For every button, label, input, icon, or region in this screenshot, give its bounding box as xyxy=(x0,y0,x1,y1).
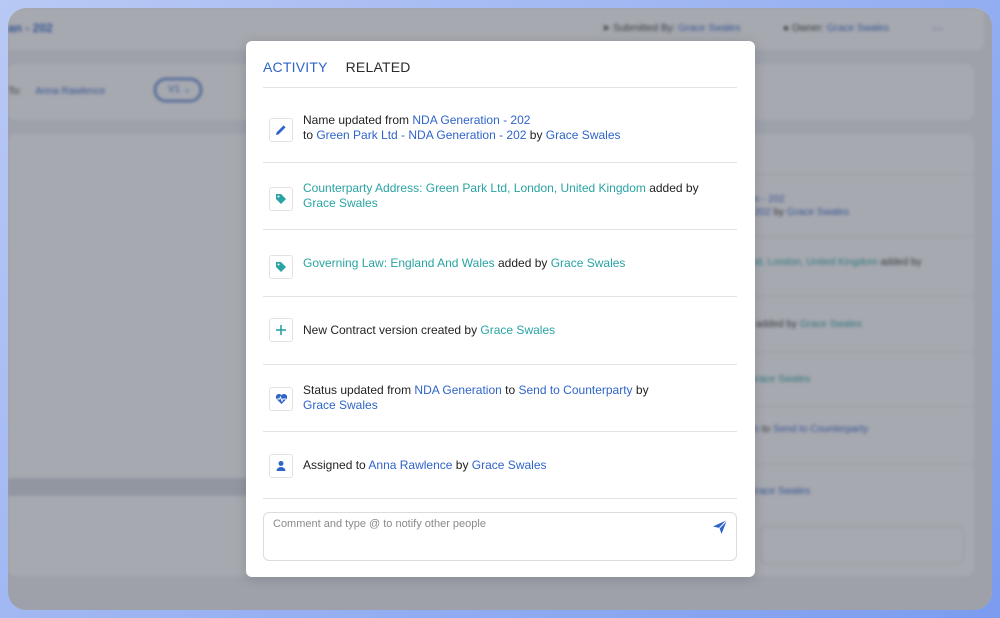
activity-static-text: by xyxy=(632,383,649,397)
activity-link[interactable]: Send to Counterparty xyxy=(518,383,632,397)
activity-link[interactable]: Grace Swales xyxy=(551,256,626,270)
activity-static-text: added by xyxy=(645,181,699,195)
activity-modal: ACTIVITY RELATED Name updated from NDA G… xyxy=(246,41,755,577)
activity-text: Counterparty Address: Green Park Ltd, Lo… xyxy=(303,181,723,211)
activity-link[interactable]: Counterparty Address: Green Park Ltd, Lo… xyxy=(303,181,646,195)
activity-text: Status updated from NDA Generation to Se… xyxy=(303,383,723,413)
activity-text: Assigned to Anna Rawlence by Grace Swale… xyxy=(303,458,723,473)
activity-link[interactable]: Grace Swales xyxy=(480,323,555,337)
activity-link[interactable]: Grace Swales xyxy=(303,196,378,210)
activity-link[interactable]: Anna Rawlence xyxy=(368,458,452,472)
activity-text: New Contract version created by Grace Sw… xyxy=(303,323,723,338)
modal-tabs: ACTIVITY RELATED xyxy=(263,59,411,75)
activity-link[interactable]: Grace Swales xyxy=(546,128,621,142)
activity-link[interactable]: NDA Generation xyxy=(414,383,501,397)
activity-static-text: Name updated from xyxy=(303,113,413,127)
activity-item: New Contract version created by Grace Sw… xyxy=(263,297,737,365)
activity-link[interactable]: Grace Swales xyxy=(303,398,378,412)
heartbeat-icon xyxy=(269,387,293,411)
send-icon[interactable] xyxy=(712,519,728,535)
activity-item: Counterparty Address: Green Park Ltd, Lo… xyxy=(263,163,737,230)
activity-static-text: Status updated from xyxy=(303,383,415,397)
tag-icon xyxy=(269,187,293,211)
activity-link[interactable]: Green Park Ltd - NDA Generation - 202 xyxy=(316,128,526,142)
activity-item: Governing Law: England And Wales added b… xyxy=(263,230,737,297)
comment-box xyxy=(263,512,737,561)
activity-static-text: Assigned to xyxy=(303,458,369,472)
activity-static-text: New Contract version created by xyxy=(303,323,481,337)
activity-static-text: added by xyxy=(494,256,551,270)
pencil-icon xyxy=(269,118,293,142)
activity-static-text: to xyxy=(303,128,317,142)
activity-static-text: by xyxy=(452,458,472,472)
activity-item: Status updated from NDA Generation to Se… xyxy=(263,365,737,432)
activity-text: Governing Law: England And Wales added b… xyxy=(303,256,723,271)
activity-item: Assigned to Anna Rawlence by Grace Swale… xyxy=(263,432,737,499)
activity-link[interactable]: Governing Law: England And Wales xyxy=(303,256,495,270)
tag-icon xyxy=(269,255,293,279)
comment-input[interactable] xyxy=(273,518,693,530)
user-icon xyxy=(269,454,293,478)
activity-text: Name updated from NDA Generation - 202 to… xyxy=(303,113,723,143)
activity-link[interactable]: NDA Generation - 202 xyxy=(412,113,530,127)
plus-icon xyxy=(269,318,293,342)
activity-item: Name updated from NDA Generation - 202 to… xyxy=(263,88,737,163)
activity-static-text: to xyxy=(501,383,519,397)
tab-activity[interactable]: ACTIVITY xyxy=(263,59,328,75)
activity-link[interactable]: Grace Swales xyxy=(472,458,547,472)
tab-related[interactable]: RELATED xyxy=(346,59,411,75)
activity-static-text: by xyxy=(526,128,546,142)
